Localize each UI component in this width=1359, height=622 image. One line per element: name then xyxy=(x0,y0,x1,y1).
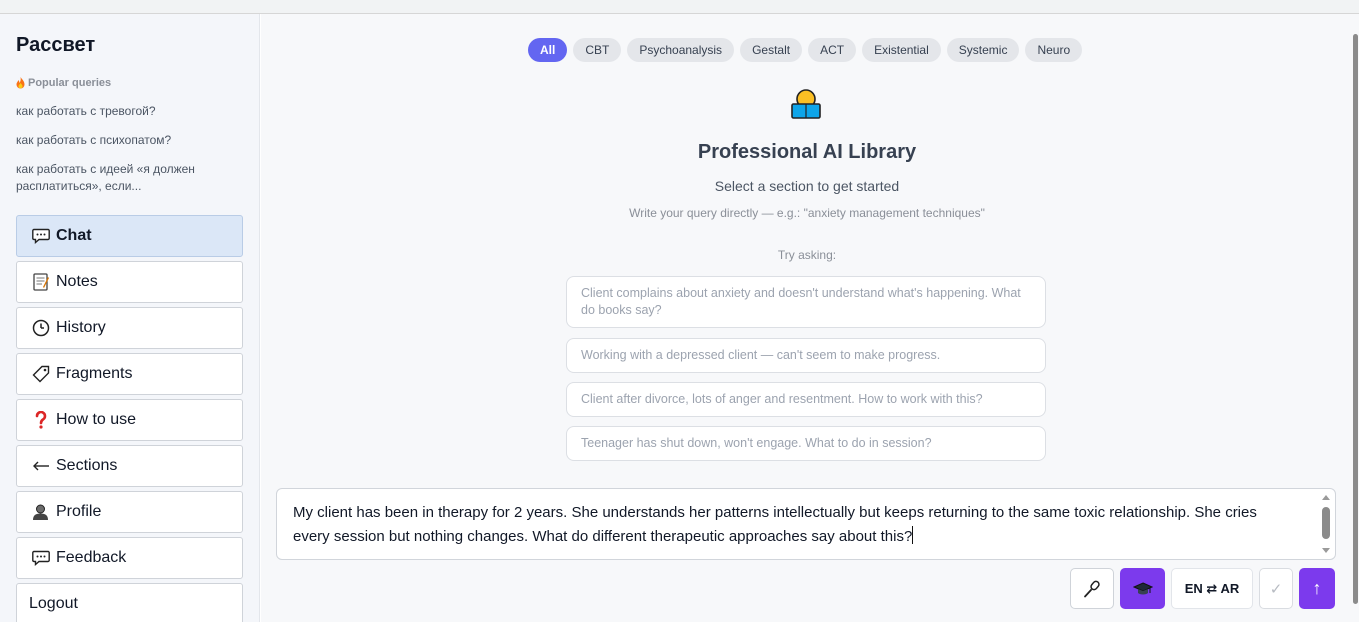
approach-filter-bar: All CBT Psychoanalysis Gestalt ACT Exist… xyxy=(528,38,1083,62)
nav-label: Notes xyxy=(56,273,98,290)
input-scrollbar[interactable] xyxy=(1321,493,1331,555)
popular-queries-label: Popular queries xyxy=(28,77,112,89)
filter-chip-act[interactable]: ACT xyxy=(808,38,857,62)
try-asking-label: Try asking: xyxy=(777,248,837,262)
filter-chip-gestalt[interactable]: Gestalt xyxy=(740,38,803,62)
scroll-thumb[interactable] xyxy=(1322,507,1330,539)
filter-chip-existential[interactable]: Existential xyxy=(862,38,941,62)
suggestion-card[interactable]: Client after divorce, lots of anger and … xyxy=(566,382,1046,417)
nav-chat-button[interactable]: Chat xyxy=(16,215,243,257)
nav-label: Logout xyxy=(29,595,78,612)
send-button[interactable]: ↑ xyxy=(1299,568,1335,609)
nav-label: Feedback xyxy=(56,549,127,566)
microphone-button[interactable] xyxy=(1070,568,1114,609)
scroll-up-arrow-icon[interactable] xyxy=(1322,495,1330,500)
arrow-left-icon xyxy=(31,457,50,476)
nav-label: Sections xyxy=(56,457,118,474)
clock-icon xyxy=(31,319,50,338)
suggestion-card[interactable]: Teenager has shut down, won't engage. Wh… xyxy=(566,426,1046,461)
page-subtitle: Select a section to get started xyxy=(714,178,900,194)
nav-sections-button[interactable]: Sections xyxy=(16,445,243,487)
question-icon xyxy=(31,411,50,430)
nav-label: Fragments xyxy=(56,365,133,382)
query-hint: Write your query directly — e.g.: "anxie… xyxy=(629,206,985,220)
text-caret xyxy=(912,526,914,544)
microphone-icon xyxy=(1084,580,1100,597)
chat-bubble-icon xyxy=(31,549,50,568)
filter-chip-cbt[interactable]: CBT xyxy=(573,38,622,62)
message-text: My client has been in therapy for 2 year… xyxy=(293,504,1257,545)
browser-top-strip xyxy=(0,0,1359,14)
fire-icon xyxy=(16,77,25,89)
popular-query-link[interactable]: как работать с тревогой? xyxy=(16,103,244,120)
nav-fragments-button[interactable]: Fragments xyxy=(16,353,243,395)
nav-notes-button[interactable]: Notes xyxy=(16,261,243,303)
academic-mode-button[interactable] xyxy=(1120,568,1165,609)
nav-history-button[interactable]: History xyxy=(16,307,243,349)
check-button[interactable]: ✓ xyxy=(1259,568,1293,609)
nav-label: History xyxy=(56,319,106,336)
brand-title: Рассвет xyxy=(16,34,96,56)
sidebar: Рассвет Popular queries как работать с т… xyxy=(0,14,260,622)
nav-label: Profile xyxy=(56,503,102,520)
suggestion-card[interactable]: Client complains about anxiety and doesn… xyxy=(566,276,1046,328)
reading-person-icon xyxy=(791,89,821,119)
filter-chip-systemic[interactable]: Systemic xyxy=(946,38,1020,62)
filter-chip-neuro[interactable]: Neuro xyxy=(1025,38,1083,62)
popular-query-link[interactable]: как работать с психопатом? xyxy=(16,132,244,149)
language-toggle-button[interactable]: EN ⇄ AR xyxy=(1171,568,1253,609)
main-panel: All CBT Psychoanalysis Gestalt ACT Exist… xyxy=(261,14,1353,622)
composer: My client has been in therapy for 2 year… xyxy=(261,478,1353,622)
graduation-cap-icon xyxy=(1132,581,1153,594)
popular-query-link[interactable]: как работать с идеей «я должен расплатит… xyxy=(16,161,244,195)
nav-label: Chat xyxy=(56,227,92,244)
nav-profile-button[interactable]: Profile xyxy=(16,491,243,533)
nav-feedback-button[interactable]: Feedback xyxy=(16,537,243,579)
filter-chip-all[interactable]: All xyxy=(528,38,568,62)
message-input[interactable]: My client has been in therapy for 2 year… xyxy=(276,488,1336,560)
chat-bubble-icon xyxy=(31,227,50,246)
page-title: Professional AI Library xyxy=(697,141,917,163)
tag-icon xyxy=(31,365,50,384)
suggestion-card[interactable]: Working with a depressed client — can't … xyxy=(566,338,1046,373)
nav-label: How to use xyxy=(56,411,137,428)
page-scrollbar-thumb[interactable] xyxy=(1353,34,1358,604)
user-icon xyxy=(31,503,50,522)
popular-queries-title: Popular queries xyxy=(16,77,111,89)
memo-icon xyxy=(31,273,50,292)
nav-logout-button[interactable]: Logout xyxy=(16,583,243,622)
nav-how-to-use-button[interactable]: How to use xyxy=(16,399,243,441)
filter-chip-psychoanalysis[interactable]: Psychoanalysis xyxy=(627,38,735,62)
scroll-down-arrow-icon[interactable] xyxy=(1322,548,1330,553)
